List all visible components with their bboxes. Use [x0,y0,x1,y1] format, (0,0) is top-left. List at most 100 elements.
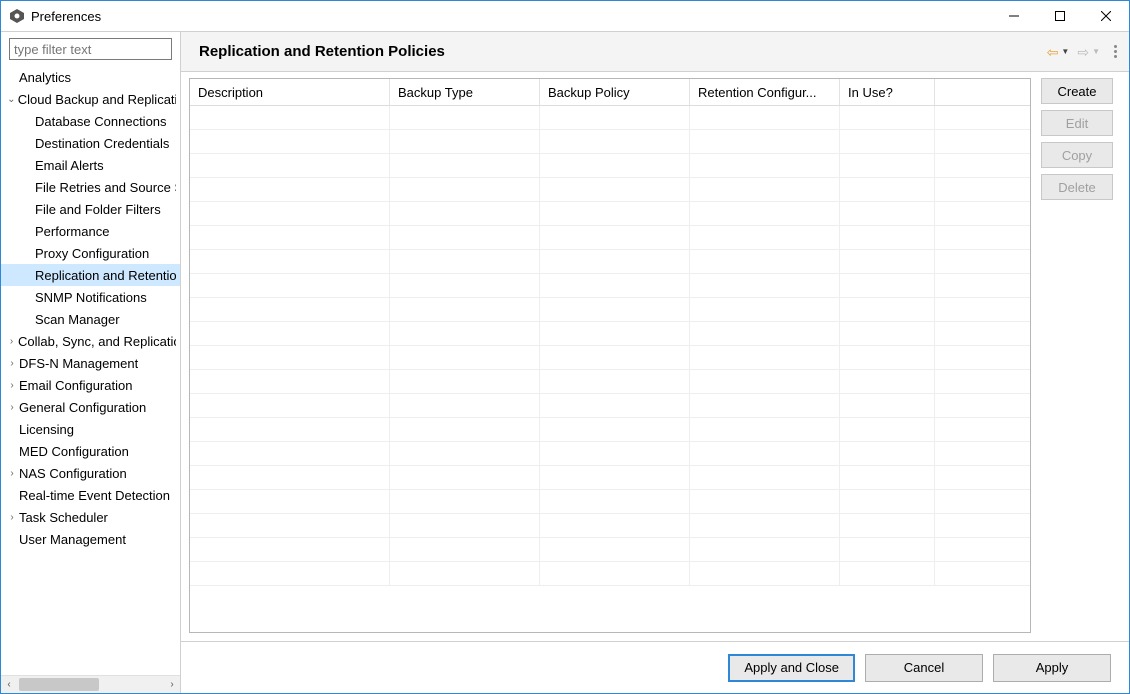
forward-icon: ⇨ [1077,45,1089,59]
tree-item[interactable]: Proxy Configuration [1,242,180,264]
window-body: Analytics⌄Cloud Backup and ReplicationDa… [1,31,1129,693]
tree-item-label: Licensing [19,422,74,437]
table-row[interactable] [190,154,1030,178]
main-header: Replication and Retention Policies ⇦ ▼ ⇨… [181,32,1129,72]
chevron-right-icon[interactable]: › [5,336,18,347]
tree-item-label: Task Scheduler [19,510,108,525]
tree-item-label: User Management [19,532,126,547]
table-row[interactable] [190,178,1030,202]
scroll-thumb[interactable] [19,678,99,691]
horizontal-scrollbar[interactable]: ‹ › [1,675,180,693]
tree-item[interactable]: Scan Manager [1,308,180,330]
tree-item-label: MED Configuration [19,444,129,459]
app-icon [9,8,25,24]
tree-item[interactable]: File and Folder Filters [1,198,180,220]
column-retention[interactable]: Retention Configur... [690,79,840,105]
table-row[interactable] [190,106,1030,130]
edit-button: Edit [1041,110,1113,136]
table-row[interactable] [190,538,1030,562]
table-row[interactable] [190,514,1030,538]
tree-item-label: General Configuration [19,400,146,415]
table-row[interactable] [190,394,1030,418]
tree-item[interactable]: Database Connections [1,110,180,132]
tree-item[interactable]: ›Email Configuration [1,374,180,396]
chevron-right-icon[interactable]: › [5,358,19,369]
back-dropdown-icon[interactable]: ▼ [1061,47,1069,56]
apply-button[interactable]: Apply [993,654,1111,682]
tree-item[interactable]: Replication and Retention Policies [1,264,180,286]
column-description[interactable]: Description [190,79,390,105]
titlebar: Preferences [1,1,1129,31]
tree-item-label: Analytics [19,70,71,85]
filter-input[interactable] [9,38,172,60]
tree-item[interactable]: ›General Configuration [1,396,180,418]
table-row[interactable] [190,490,1030,514]
tree-item-label: Email Alerts [35,158,104,173]
table-row[interactable] [190,466,1030,490]
menu-icon[interactable] [1114,45,1117,58]
tree-item[interactable]: Email Alerts [1,154,180,176]
apply-and-close-button[interactable]: Apply and Close [728,654,855,682]
tree-item-label: DFS-N Management [19,356,138,371]
copy-button: Copy [1041,142,1113,168]
tree-item[interactable]: File Retries and Source Snapshots [1,176,180,198]
column-backup-type[interactable]: Backup Type [390,79,540,105]
column-backup-policy[interactable]: Backup Policy [540,79,690,105]
cancel-button[interactable]: Cancel [865,654,983,682]
scroll-left-icon[interactable]: ‹ [1,676,17,693]
table-row[interactable] [190,418,1030,442]
scroll-right-icon[interactable]: › [164,676,180,693]
tree-item[interactable]: Real-time Event Detection [1,484,180,506]
column-extra [935,79,1030,105]
page-title: Replication and Retention Policies [199,43,445,60]
chevron-right-icon[interactable]: › [5,380,19,391]
table-row[interactable] [190,274,1030,298]
tree-item-label: File Retries and Source Snapshots [35,180,176,195]
table-row[interactable] [190,322,1030,346]
tree-item[interactable]: ›NAS Configuration [1,462,180,484]
tree-item-label: Collab, Sync, and Replication [18,334,176,349]
tree-item[interactable]: ›DFS-N Management [1,352,180,374]
tree-item-label: Proxy Configuration [35,246,149,261]
chevron-right-icon[interactable]: › [5,468,19,479]
minimize-button[interactable] [991,1,1037,31]
footer: Apply and Close Cancel Apply [181,641,1129,693]
table-row[interactable] [190,562,1030,586]
tree-item[interactable]: Performance [1,220,180,242]
tree-item-label: Email Configuration [19,378,132,393]
maximize-button[interactable] [1037,1,1083,31]
table-row[interactable] [190,442,1030,466]
table-row[interactable] [190,130,1030,154]
create-button[interactable]: Create [1041,78,1113,104]
tree-item[interactable]: Licensing [1,418,180,440]
tree-item-label: SNMP Notifications [35,290,147,305]
table-row[interactable] [190,298,1030,322]
chevron-right-icon[interactable]: › [5,512,19,523]
policies-table: Description Backup Type Backup Policy Re… [189,78,1031,633]
tree-item[interactable]: Analytics [1,66,180,88]
back-icon[interactable]: ⇦ [1047,45,1059,59]
table-row[interactable] [190,346,1030,370]
header-nav-icons: ⇦ ▼ ⇨ ▼ [1047,45,1117,59]
window-title: Preferences [31,9,101,24]
tree-item-label: Cloud Backup and Replication [18,92,176,107]
tree-item[interactable]: ›Task Scheduler [1,506,180,528]
tree-item-label: Performance [35,224,109,239]
preferences-window: Preferences Analytics⌄Cloud Backup and R… [0,0,1130,694]
tree-item[interactable]: ⌄Cloud Backup and Replication [1,88,180,110]
delete-button: Delete [1041,174,1113,200]
table-row[interactable] [190,202,1030,226]
tree-item[interactable]: User Management [1,528,180,550]
chevron-right-icon[interactable]: › [5,402,19,413]
column-in-use[interactable]: In Use? [840,79,935,105]
tree-item[interactable]: MED Configuration [1,440,180,462]
table-row[interactable] [190,226,1030,250]
chevron-down-icon[interactable]: ⌄ [5,94,18,105]
table-row[interactable] [190,370,1030,394]
close-button[interactable] [1083,1,1129,31]
tree-item[interactable]: ›Collab, Sync, and Replication [1,330,180,352]
tree-item[interactable]: Destination Credentials [1,132,180,154]
table-row[interactable] [190,250,1030,274]
main-panel: Replication and Retention Policies ⇦ ▼ ⇨… [181,32,1129,693]
tree-item[interactable]: SNMP Notifications [1,286,180,308]
